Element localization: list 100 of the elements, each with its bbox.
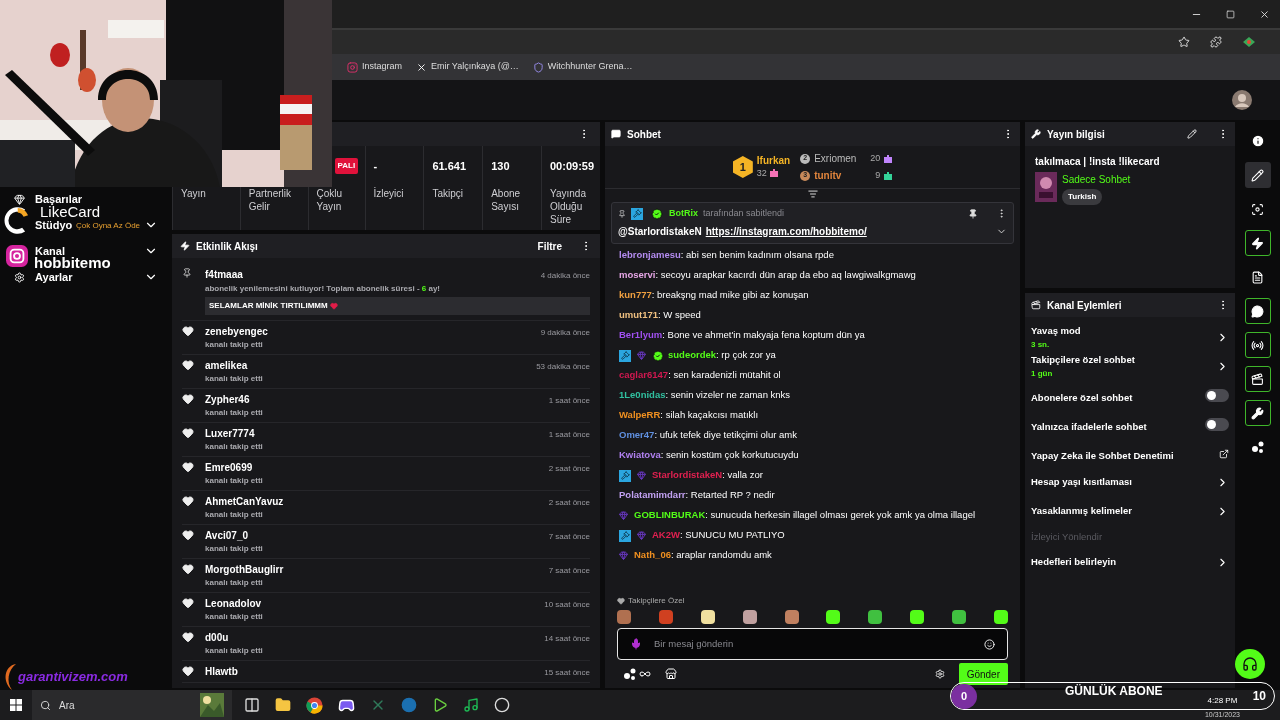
- taskbar-search[interactable]: Ara: [32, 690, 232, 720]
- extension-icon[interactable]: [1242, 36, 1256, 48]
- unpin-icon[interactable]: [968, 208, 978, 219]
- rail-button[interactable]: [1244, 366, 1271, 392]
- toggle-switch[interactable]: [1205, 418, 1229, 431]
- heart-icon: [182, 563, 194, 575]
- chat-message: StarlordistakeN: valla zor: [652, 468, 763, 483]
- pin-icon: [618, 209, 626, 218]
- emote-icon[interactable]: [910, 610, 925, 624]
- toggle-switch[interactable]: [1205, 389, 1229, 402]
- action-label[interactable]: Yapay Zeka ile Sohbet Denetimi: [1031, 449, 1174, 461]
- filter-button[interactable]: Filtre: [537, 238, 562, 254]
- pencil-icon: [1251, 168, 1264, 182]
- focus-icon: [1251, 202, 1264, 216]
- heart-icon: [329, 302, 338, 310]
- sidebar-item[interactable]: Ayarlar: [35, 271, 73, 283]
- heart-icon: [182, 359, 194, 371]
- emote-icon[interactable]: [700, 610, 715, 624]
- dots-icon: [623, 667, 637, 681]
- message-input[interactable]: Bir mesaj gönderin: [654, 636, 972, 652]
- collapse-icon[interactable]: [807, 189, 818, 199]
- chat-icon: [611, 129, 621, 139]
- stat-value: -: [373, 158, 378, 174]
- dots-icon: [1250, 440, 1265, 454]
- action-label[interactable]: Takipçilere özel sohbet: [1031, 353, 1216, 368]
- chat-message: Kwiatova: senin kostüm çok korkutucuydu: [619, 448, 799, 463]
- category-link[interactable]: Sadece Sohbet: [1062, 172, 1131, 187]
- emote-icon[interactable]: [742, 610, 757, 624]
- rail-button[interactable]: [1244, 332, 1271, 358]
- event-description: kanalı takip etti: [205, 475, 264, 487]
- send-button[interactable]: Gönder: [958, 663, 1008, 685]
- pin-icon: [182, 268, 192, 278]
- chat-message: caglar6147: sen karadenizli mütahit ol: [619, 368, 781, 383]
- rail-button[interactable]: [1244, 298, 1271, 324]
- event-description: kanalı takip etti: [205, 645, 264, 657]
- action-label[interactable]: Yasaklanmış kelimeler: [1031, 504, 1216, 519]
- event-description: kanalı takip etti: [205, 577, 264, 589]
- pinned-link[interactable]: https://instagram.com/hobbitemo/: [705, 223, 996, 239]
- panel-title: Yayın bilgisi: [1047, 127, 1106, 142]
- chat-message: WalpeRR: silah kaçakcısı matıklı: [619, 408, 759, 423]
- browser-icon[interactable]: [306, 696, 323, 714]
- event-time: 2 saat önce: [548, 463, 590, 475]
- emote-section-label: Takipçilere Özel: [628, 595, 685, 607]
- action-label[interactable]: Yalnızca ifadelerle sohbet: [1031, 420, 1147, 432]
- event-description: kanalı takip etti: [205, 441, 264, 453]
- store-icon[interactable]: [665, 668, 677, 680]
- avatar[interactable]: [1232, 90, 1252, 110]
- folder-icon[interactable]: [275, 697, 291, 713]
- maximize-icon[interactable]: [1226, 9, 1235, 19]
- emote-icon[interactable]: [826, 610, 841, 624]
- status-badge: PALI: [334, 158, 359, 174]
- sidebar-item[interactable]: Kanal: [35, 245, 65, 257]
- action-label[interactable]: Hedefleri belirleyin: [1031, 555, 1216, 570]
- settings-icon[interactable]: [934, 669, 945, 679]
- stat-value: 130: [491, 158, 510, 174]
- action-label[interactable]: Hesap yaşı kısıtlaması: [1031, 475, 1216, 490]
- music-icon[interactable]: [463, 697, 479, 713]
- play-icon[interactable]: [432, 697, 448, 713]
- stat-label: İzleyici: [373, 187, 405, 200]
- rail-button[interactable]: [1244, 230, 1271, 256]
- event-username: Avci07_0: [205, 529, 248, 543]
- stat-label: Takipçi: [432, 187, 464, 200]
- rail-button[interactable]: [1244, 400, 1271, 426]
- bookmark[interactable]: Instagram: [347, 60, 403, 74]
- bookmark[interactable]: Emir Yalçınkaya (@…: [416, 60, 519, 74]
- sidebar-item[interactable]: Başarılar: [35, 193, 83, 205]
- rail-button[interactable]: [1244, 162, 1271, 188]
- action-label[interactable]: Yavaş mod: [1031, 324, 1216, 339]
- windows-icon[interactable]: [10, 699, 22, 711]
- chat-message: moservi: secoyu arapkar kacırdı dün arap da ebo aq lawgiwalkgmawg: [619, 268, 916, 283]
- action-label[interactable]: Abonelere özel sohbet: [1031, 391, 1133, 403]
- emote-icon[interactable]: [784, 610, 799, 624]
- event-time: 14 saat önce: [544, 633, 590, 645]
- heart-icon: [182, 495, 194, 507]
- heart-icon: [182, 325, 194, 337]
- bookmark-star-icon[interactable]: [1178, 36, 1190, 48]
- action-label: İzleyici Yönlendir: [1031, 529, 1103, 544]
- close-icon[interactable]: [1259, 8, 1270, 20]
- emote-icon[interactable]: [868, 610, 883, 624]
- event-username: AhmetCanYavuz: [205, 495, 284, 509]
- pencil-icon[interactable]: [1187, 129, 1197, 139]
- heart-icon: [182, 597, 194, 609]
- event-time: 10 saat önce: [544, 599, 590, 611]
- emoji-icon[interactable]: [984, 638, 995, 650]
- panel-title: Etkinlik Akışı: [196, 239, 259, 254]
- bookmark[interactable]: Witchhunter Grena…: [532, 60, 633, 74]
- task-view-icon[interactable]: [244, 697, 260, 713]
- external-link-icon[interactable]: [1219, 448, 1229, 459]
- microphone-icon[interactable]: [630, 638, 642, 650]
- message-text: SELAMLAR MİNİK TIRTILIMMM: [209, 300, 328, 312]
- emote-icon[interactable]: [993, 610, 1008, 624]
- language-tag: Turkish: [1062, 189, 1103, 205]
- gift-count: 20: [870, 151, 881, 165]
- chat-message: Nath_06: araplar randomdu amk: [634, 548, 772, 563]
- message-field[interactable]: Bir mesaj gönderin: [617, 628, 1008, 660]
- heart-icon: [182, 393, 194, 405]
- extensions-icon[interactable]: [1210, 36, 1222, 48]
- sidebar-item[interactable]: Stüdyo: [35, 219, 73, 231]
- pinned-note: tarafından sabitlendi: [703, 207, 786, 220]
- chat-message: umut171: W speed: [619, 308, 701, 323]
